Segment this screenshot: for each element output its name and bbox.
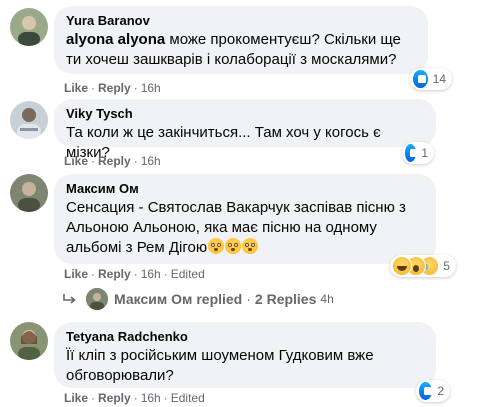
like-button[interactable]: Like bbox=[64, 81, 88, 95]
flushed-face-emoji-icon bbox=[225, 238, 242, 254]
avatar[interactable] bbox=[10, 101, 48, 139]
mention-link[interactable]: alyona alyona bbox=[66, 31, 165, 48]
like-button[interactable]: Like bbox=[64, 267, 88, 281]
avatar[interactable] bbox=[10, 174, 48, 212]
reply-button[interactable]: Reply bbox=[98, 391, 131, 405]
comment-actions: Like · Reply · 16h bbox=[64, 81, 161, 95]
comment-bubble: Tetyana Radchenko Її кліп з російським ш… bbox=[54, 322, 436, 388]
edited-label[interactable]: Edited bbox=[171, 391, 205, 405]
comment-actions: Like · Reply · 16h · Edited bbox=[64, 391, 205, 405]
reply-timestamp: 4h bbox=[320, 292, 334, 306]
comment-bubble: Yura Baranov alyona alyona може прокомен… bbox=[54, 6, 428, 74]
reply-button[interactable]: Reply bbox=[98, 81, 131, 95]
reply-button[interactable]: Reply bbox=[98, 154, 131, 168]
edited-label[interactable]: Edited bbox=[171, 267, 205, 281]
reaction-count: 2 bbox=[437, 384, 444, 398]
comment-actions: Like · Reply · 16h · Edited bbox=[64, 267, 205, 281]
comment-bubble: Максим Ом Сенсация - Святослав Вакарчук … bbox=[54, 174, 436, 264]
comment-text: alyona alyona може прокоментуєш? Скільки… bbox=[66, 31, 401, 68]
comment-author[interactable]: Tetyana Radchenko bbox=[66, 329, 424, 345]
comment-timestamp[interactable]: 16h bbox=[141, 267, 161, 281]
like-reaction-icon bbox=[412, 69, 429, 89]
replied-label: replied bbox=[196, 291, 243, 307]
flushed-face-emoji-icon bbox=[208, 238, 225, 254]
reaction-count: 14 bbox=[432, 72, 446, 86]
like-reaction-icon bbox=[418, 381, 434, 401]
reply-author-name: Максим Ом bbox=[114, 291, 193, 307]
avatar[interactable] bbox=[10, 322, 48, 360]
reaction-summary[interactable]: 14 bbox=[410, 68, 452, 90]
avatar[interactable] bbox=[10, 8, 48, 46]
comment-timestamp[interactable]: 16h bbox=[141, 154, 161, 168]
comment-timestamp[interactable]: 16h bbox=[141, 81, 161, 95]
like-button[interactable]: Like bbox=[64, 154, 88, 168]
view-replies-link[interactable]: Максим Ом replied · 2 Replies 4h bbox=[62, 288, 334, 310]
like-reaction-icon bbox=[404, 143, 419, 163]
reaction-summary[interactable]: 2 bbox=[416, 380, 450, 402]
reply-button[interactable]: Reply bbox=[98, 267, 131, 281]
comment-author[interactable]: Viky Tysch bbox=[66, 106, 424, 122]
reaction-summary[interactable]: 5 bbox=[390, 255, 456, 277]
reply-arrow-icon bbox=[62, 291, 78, 307]
comment-actions: Like · Reply · 16h bbox=[64, 154, 161, 168]
comment-text: Її кліп з російським шоуменом Гудковим в… bbox=[66, 347, 374, 384]
comment-author[interactable]: Максим Ом bbox=[66, 181, 424, 197]
comment-timestamp[interactable]: 16h bbox=[141, 391, 161, 405]
flushed-face-emoji-icon bbox=[242, 238, 259, 254]
replies-count: 2 Replies bbox=[254, 291, 317, 307]
reaction-summary[interactable]: 1 bbox=[402, 142, 434, 164]
haha-reaction-icon bbox=[392, 256, 412, 276]
comment-author[interactable]: Yura Baranov bbox=[66, 13, 416, 29]
like-button[interactable]: Like bbox=[64, 391, 88, 405]
reaction-count: 5 bbox=[443, 259, 450, 273]
reply-author-avatar bbox=[86, 288, 108, 310]
reaction-count: 1 bbox=[421, 146, 428, 160]
comment-text: Сенсация - Святослав Вакарчук заспівав п… bbox=[66, 199, 406, 256]
comment-bubble: Viky Tysch Та коли ж це закінчиться... Т… bbox=[54, 99, 436, 161]
